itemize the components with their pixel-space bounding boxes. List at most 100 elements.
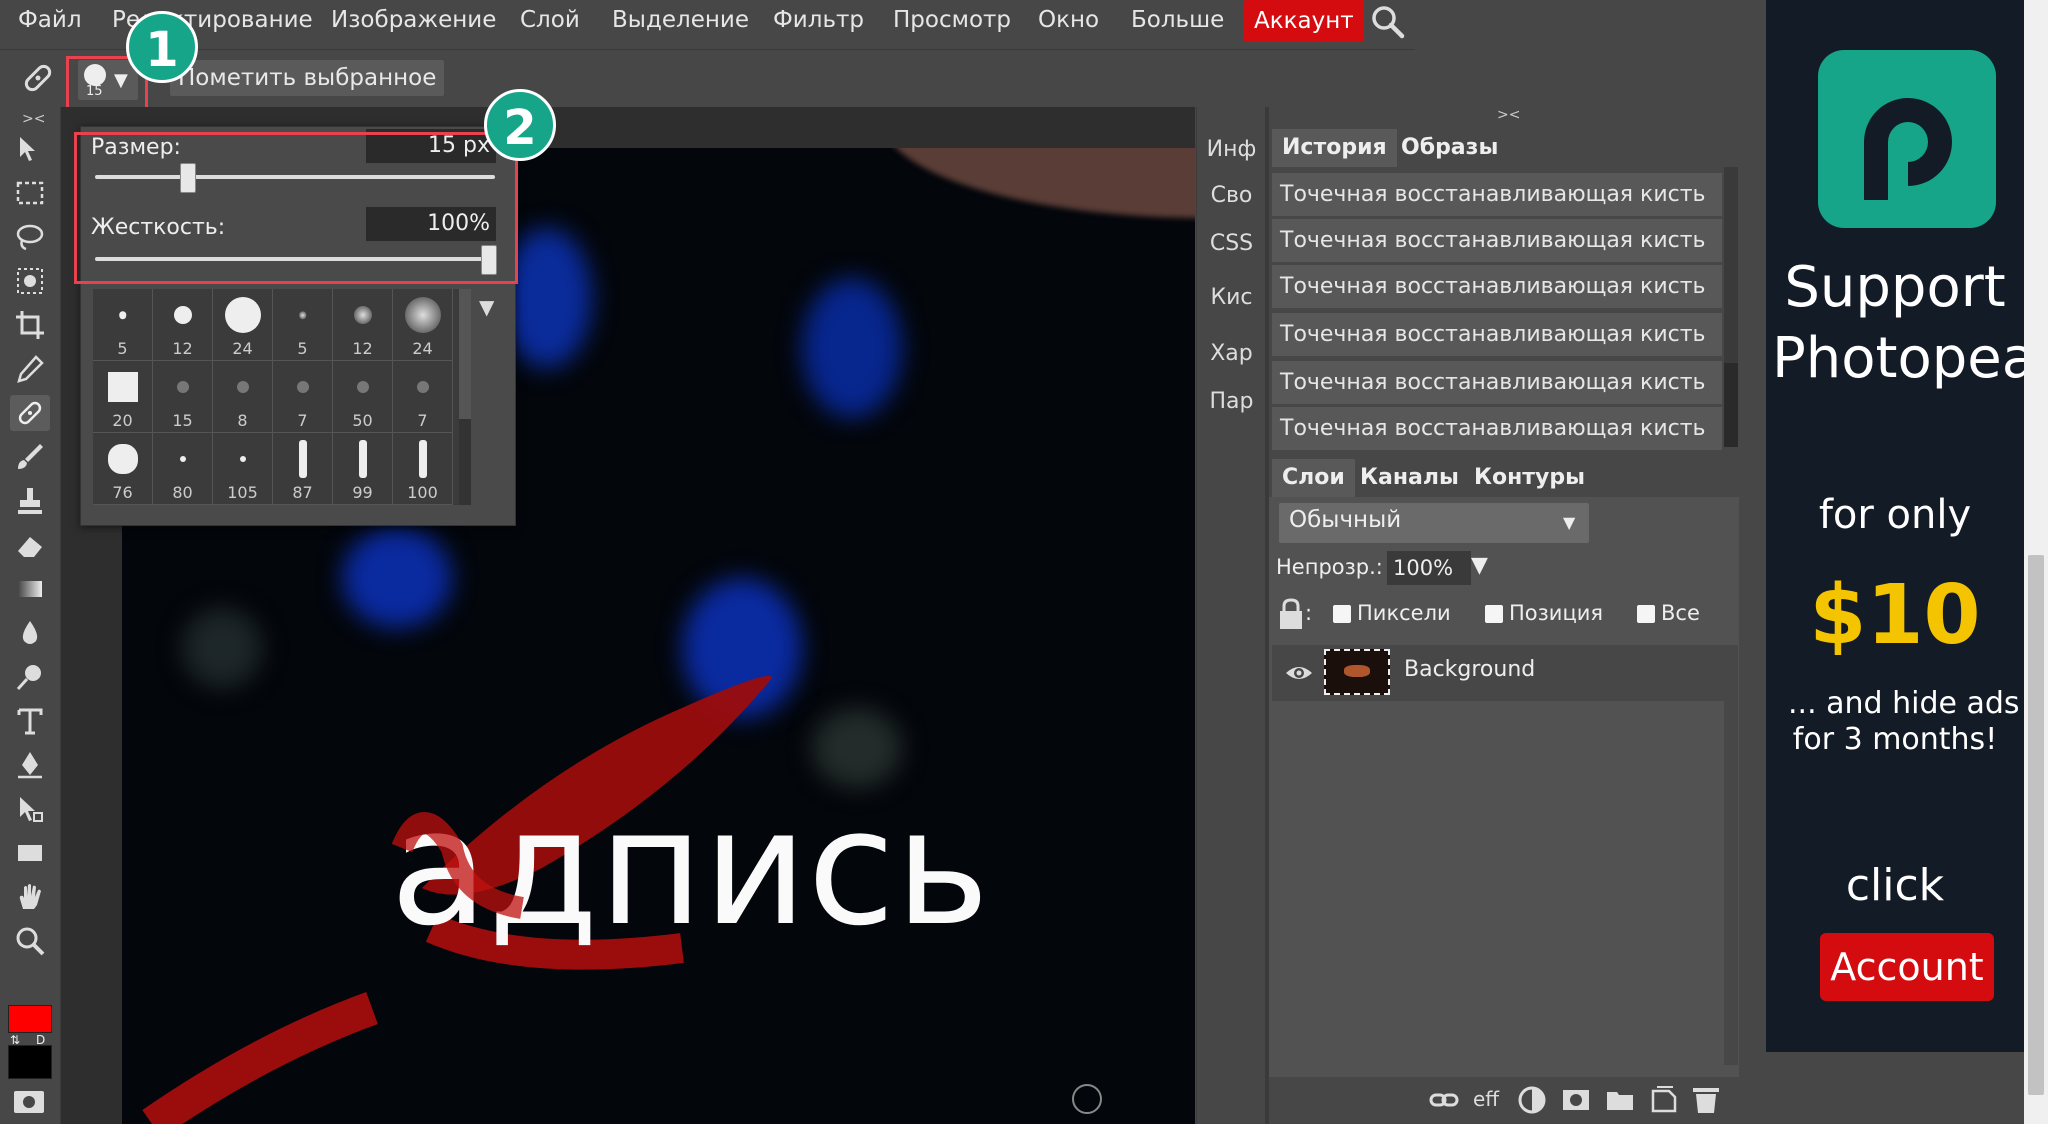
brush-preset[interactable]: 8 [213,361,273,433]
brush-size-label: 12 [172,339,193,358]
menu-file[interactable]: Файл [18,0,82,49]
brush-presets-grid: 5 12 24 5 12 24 20 15 8 7 50 7 76 80 105 87 99 100 [93,289,459,505]
tab-layers[interactable]: Слои [1272,459,1355,497]
quick-select-tool-icon[interactable] [10,263,50,299]
history-row[interactable]: Точечная восстанавливающая кисть [1272,219,1722,263]
brush-preset[interactable]: 105 [213,433,273,505]
lock-pixels-checkbox[interactable]: Пиксели [1333,601,1451,625]
blur-tool-icon[interactable] [10,615,50,651]
healing-brush-icon[interactable] [10,395,50,431]
brush-menu-icon[interactable]: ▼ [479,295,494,319]
css-panel-tab[interactable]: CSS [1197,231,1266,256]
effects-icon[interactable]: eff [1473,1087,1499,1111]
brush-preset[interactable]: 20 [93,361,153,433]
eraser-tool-icon[interactable] [10,527,50,563]
ad-photopea: Photopea [1772,326,2024,391]
history-list: Точечная восстанавливающая кисть Точечна… [1269,167,1739,451]
brush-preset[interactable]: 7 [273,361,333,433]
brush-preset[interactable]: 7 [393,361,453,433]
pen-tool-icon[interactable] [10,747,50,783]
brush-preset[interactable]: 24 [393,289,453,361]
menu-layer[interactable]: Слой [520,0,580,49]
new-layer-icon[interactable] [1649,1083,1679,1115]
brush-preset[interactable]: 50 [333,361,393,433]
chevron-down-icon: ▼ [1563,513,1576,532]
brush-preset[interactable]: 100 [393,433,453,505]
account-button[interactable]: Аккаунт [1244,0,1364,42]
background-color-swatch[interactable] [8,1045,52,1079]
stamp-tool-icon[interactable] [10,483,50,519]
history-row[interactable]: Точечная восстанавливающая кисть [1272,313,1722,357]
brush-preset[interactable]: 5 [273,289,333,361]
brush-size-label: 100 [407,483,438,502]
opacity-dropdown-icon[interactable]: ▼ [1471,553,1488,578]
brush-preset[interactable]: 99 [333,433,393,505]
brush-preset[interactable]: 5 [93,289,153,361]
history-row[interactable]: Точечная восстанавливающая кисть [1272,361,1722,405]
crop-tool-icon[interactable] [10,307,50,343]
advertisement[interactable]: Support Photopea for only $10 ... and hi… [1766,0,2024,1052]
properties-panel-tab[interactable]: Сво [1197,183,1266,208]
layer-row[interactable]: Background [1272,645,1724,701]
menu-select[interactable]: Выделение [612,0,749,49]
brush-preset[interactable]: 76 [93,433,153,505]
history-row[interactable]: Точечная восстанавливающая кисть [1272,407,1722,451]
layers-scrollbar[interactable] [1724,645,1738,1065]
tab-channels[interactable]: Каналы [1350,459,1469,497]
lock-all-checkbox[interactable]: Все [1637,601,1700,625]
brush-panel-tab[interactable]: Кис [1197,285,1266,310]
lock-position-checkbox[interactable]: Позиция [1485,601,1603,625]
character-panel-tab[interactable]: Хар [1197,341,1266,366]
brush-tool-icon[interactable] [10,439,50,475]
tab-paths[interactable]: Контуры [1464,459,1595,497]
menu-window[interactable]: Окно [1038,0,1099,49]
trash-icon[interactable] [1691,1083,1721,1115]
menu-bar: Файл Редактирование Изображение Слой Выд… [0,0,1415,49]
brush-preset[interactable]: 24 [213,289,273,361]
collapse-toggle-icon[interactable]: >< [22,111,45,127]
tab-snapshots[interactable]: Образы [1391,129,1508,167]
adjustment-icon[interactable] [1517,1085,1547,1115]
history-scrollbar[interactable] [1724,167,1738,447]
link-icon[interactable] [1429,1085,1459,1115]
paragraph-panel-tab[interactable]: Пар [1197,389,1266,414]
blend-mode-select[interactable]: Обычный ▼ [1279,503,1589,543]
eyedropper-tool-icon[interactable] [10,351,50,387]
marquee-tool-icon[interactable] [10,175,50,211]
ad-account-button[interactable]: Account [1820,933,1994,1001]
path-select-tool-icon[interactable] [10,791,50,827]
folder-icon[interactable] [1605,1085,1635,1115]
dodge-tool-icon[interactable] [10,659,50,695]
menu-image[interactable]: Изображение [331,0,496,49]
brush-scrollbar[interactable] [459,289,471,505]
page-scrollbar-thumb[interactable] [2028,555,2044,1095]
rectangle-tool-icon[interactable] [10,835,50,871]
gradient-tool-icon[interactable] [10,571,50,607]
mask-icon[interactable] [1561,1085,1591,1115]
hand-tool-icon[interactable] [10,879,50,915]
zoom-tool-icon[interactable] [10,923,50,959]
menu-filter[interactable]: Фильтр [773,0,864,49]
quick-mask-icon[interactable] [14,1091,44,1113]
menu-view[interactable]: Просмотр [893,0,1011,49]
history-row[interactable]: Точечная восстанавливающая кисть [1272,265,1722,309]
info-panel-tab[interactable]: Инф [1197,137,1266,162]
move-tool-icon[interactable] [10,131,50,167]
brush-preset[interactable]: 87 [273,433,333,505]
foreground-color-swatch[interactable] [8,1005,52,1033]
opacity-input[interactable]: 100% [1387,551,1471,585]
search-icon[interactable] [1370,4,1406,40]
brush-preset[interactable]: 12 [153,289,213,361]
menu-more[interactable]: Больше [1131,0,1224,49]
collapse-right-icon[interactable]: >< [1497,107,1520,123]
eye-icon[interactable] [1284,659,1314,687]
brush-preset[interactable]: 80 [153,433,213,505]
lasso-tool-icon[interactable] [10,219,50,255]
brush-preset[interactable]: 15 [153,361,213,433]
history-row[interactable]: Точечная восстанавливающая кисть [1272,173,1722,217]
brush-preset[interactable]: 12 [333,289,393,361]
text-tool-icon[interactable] [10,703,50,739]
mark-selected-button[interactable]: Пометить выбранное [170,60,445,96]
tab-history[interactable]: История [1272,129,1397,167]
ad-support: Support [1784,255,2006,320]
